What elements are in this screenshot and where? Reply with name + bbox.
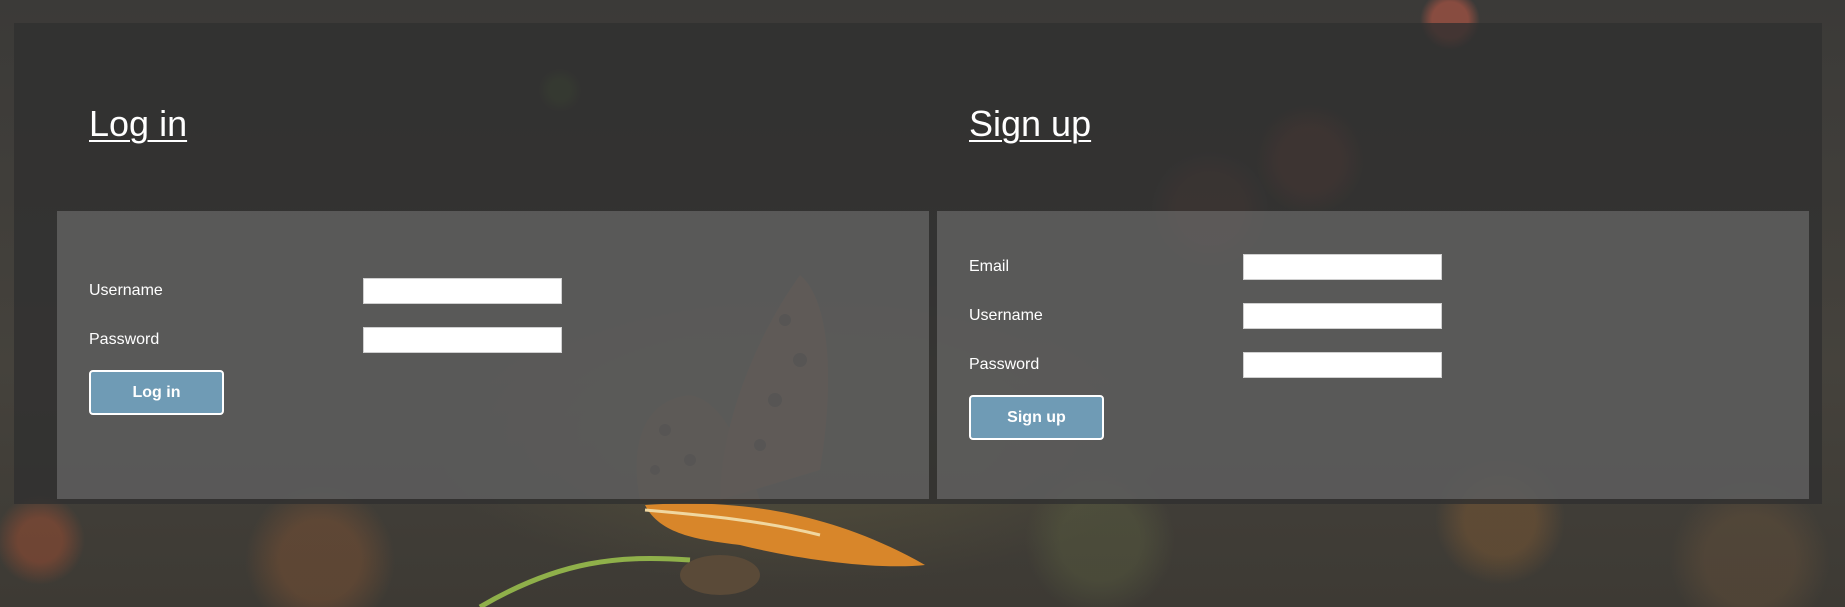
signup-username-row: Username [969, 303, 1569, 329]
signup-email-row: Email [969, 254, 1569, 280]
login-password-row: Password [89, 327, 689, 353]
login-heading[interactable]: Log in [89, 103, 187, 145]
forms-container: Log in Sign up Username Password Log in … [14, 23, 1822, 504]
login-button[interactable]: Log in [89, 370, 224, 415]
login-username-row: Username [89, 278, 689, 304]
login-username-input[interactable] [363, 278, 562, 304]
login-password-input[interactable] [363, 327, 562, 353]
signup-password-row: Password [969, 352, 1569, 378]
login-panel: Username Password Log in [57, 211, 929, 499]
signup-password-label: Password [969, 356, 1040, 373]
signup-username-label: Username [969, 307, 1043, 324]
signup-username-input[interactable] [1243, 303, 1442, 329]
login-username-label: Username [89, 282, 163, 299]
signup-panel: Email Username Password Sign up [937, 211, 1809, 499]
signup-heading[interactable]: Sign up [969, 103, 1091, 145]
signup-button[interactable]: Sign up [969, 395, 1104, 440]
login-password-label: Password [89, 331, 160, 348]
signup-password-input[interactable] [1243, 352, 1442, 378]
signup-email-input[interactable] [1243, 254, 1442, 280]
signup-email-label: Email [969, 258, 1010, 275]
